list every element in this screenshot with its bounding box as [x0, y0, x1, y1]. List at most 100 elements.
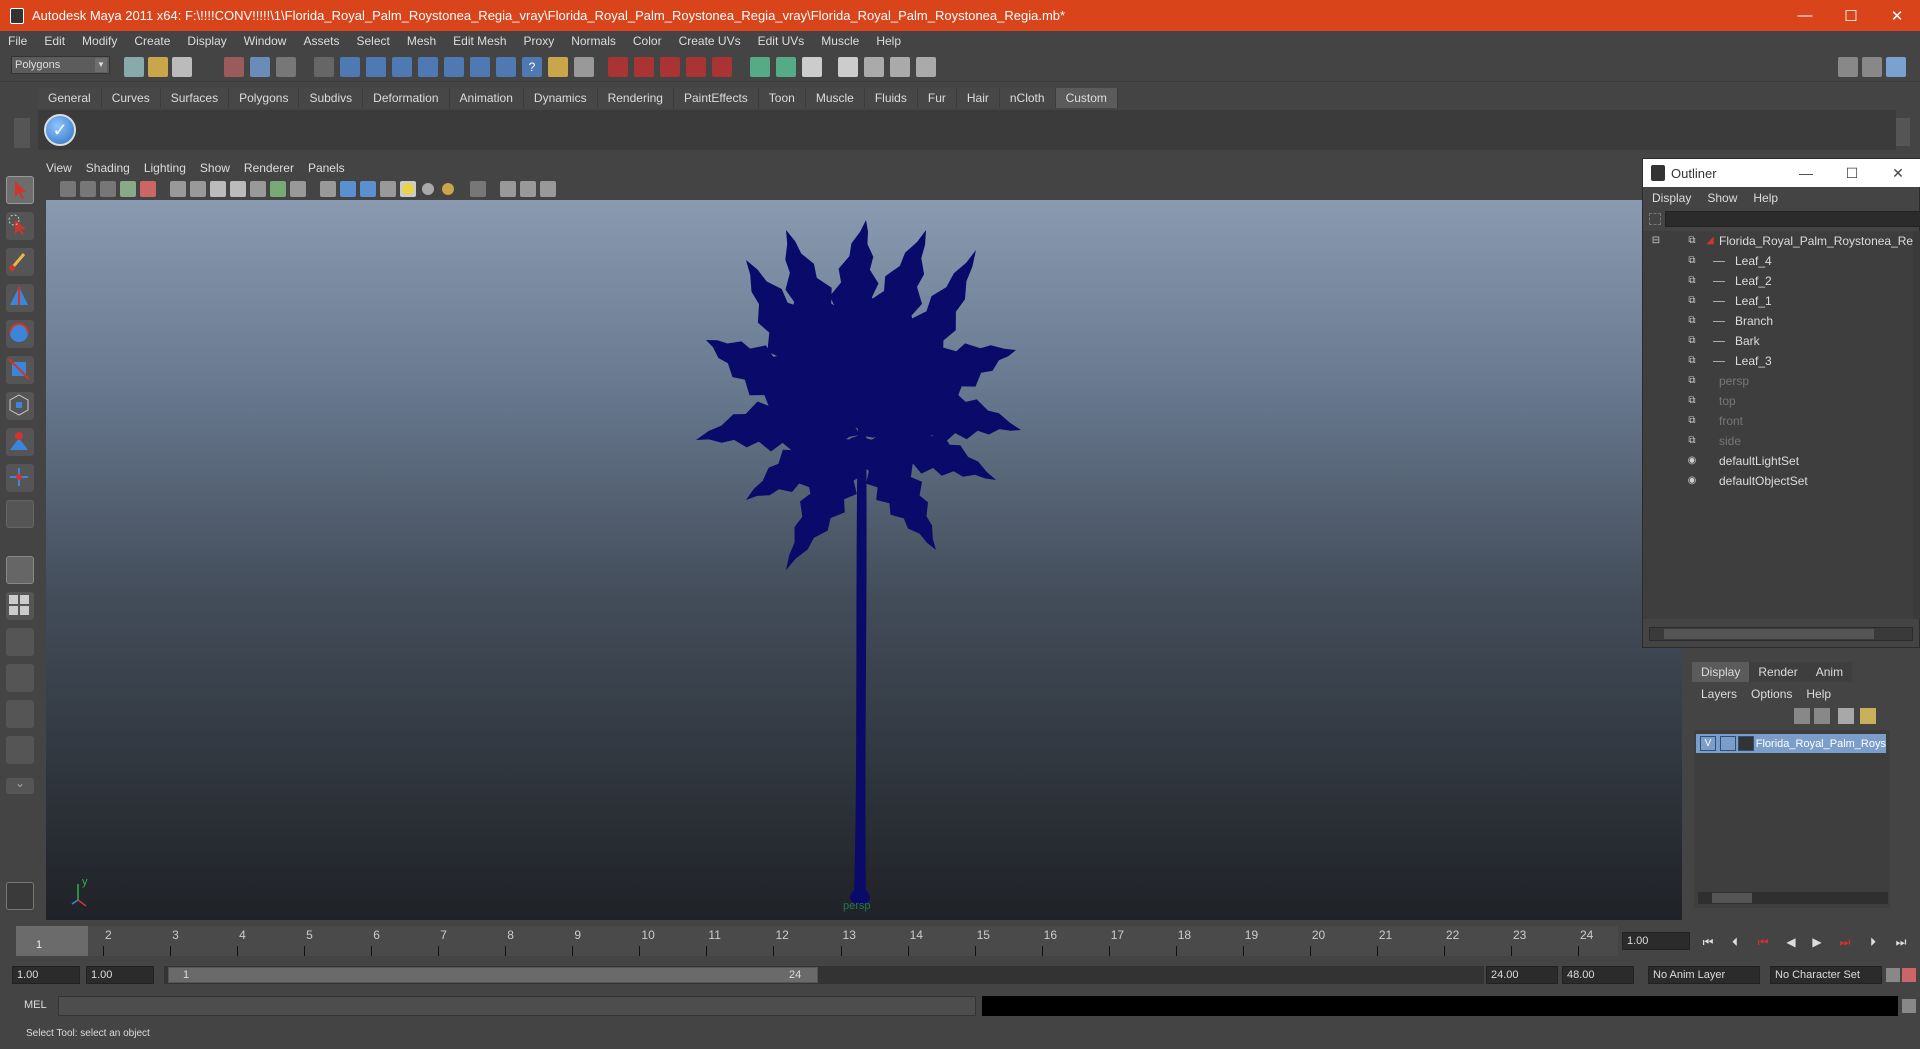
more-layouts-icon[interactable]: ⌄	[6, 777, 34, 794]
outliner-item[interactable]: ◉ defaultLightSet	[1643, 451, 1913, 471]
grid-toggle-icon[interactable]	[170, 181, 186, 197]
outliner-item[interactable]: ⧉ Leaf_3	[1643, 351, 1913, 371]
render-current-frame-icon[interactable]	[864, 57, 884, 77]
universal-manipulator-icon[interactable]	[6, 392, 34, 420]
resolution-gate-icon[interactable]	[210, 181, 226, 197]
menu-item-create[interactable]: Create	[134, 34, 170, 48]
gate-mask-icon[interactable]	[230, 181, 246, 197]
outliner-item[interactable]: ⧉ Leaf_2	[1643, 271, 1913, 291]
menu-item-assets[interactable]: Assets	[303, 34, 339, 48]
layer-menu-help[interactable]: Help	[1806, 687, 1831, 701]
lasso-tool-icon[interactable]	[6, 212, 34, 240]
palm-tree-model[interactable]	[46, 200, 1682, 920]
shelf-options-icon[interactable]	[14, 118, 30, 148]
outliner-item[interactable]: ⧉ Bark	[1643, 331, 1913, 351]
persp-graph-layout-icon[interactable]	[6, 664, 34, 692]
play-backwards-icon[interactable]: ◀	[1782, 934, 1800, 950]
filter-icon[interactable]	[1649, 213, 1661, 225]
viewport-menu-view[interactable]: View	[46, 161, 72, 175]
frame-selected-icon[interactable]	[520, 181, 536, 197]
select-misc-icon[interactable]: ?	[522, 57, 542, 77]
layer-tab-display[interactable]: Display	[1692, 662, 1750, 682]
select-by-object-icon[interactable]	[250, 57, 270, 77]
select-by-component-icon[interactable]	[276, 57, 296, 77]
key-icon[interactable]	[1886, 968, 1900, 982]
shelf-tab-hair[interactable]: Hair	[956, 88, 1000, 108]
layer-color-swatch[interactable]	[1737, 736, 1754, 751]
paint-select-tool-icon[interactable]	[6, 248, 34, 276]
select-handles-icon[interactable]	[340, 57, 360, 77]
script-editor-button-icon[interactable]	[1902, 999, 1916, 1013]
character-set-dropdown[interactable]: No Character Set	[1770, 966, 1882, 984]
safe-title-icon[interactable]	[290, 181, 306, 197]
input-ops-icon[interactable]	[750, 57, 770, 77]
select-joints-icon[interactable]	[366, 57, 386, 77]
select-surfaces-icon[interactable]	[418, 57, 438, 77]
outliner-item[interactable]: ⧉ ⊟ ◢ Florida_Royal_Palm_Roystonea_Regia	[1643, 231, 1920, 251]
menu-item-proxy[interactable]: Proxy	[524, 34, 555, 48]
viewport-menu-lighting[interactable]: Lighting	[144, 161, 186, 175]
render-view-icon[interactable]	[838, 57, 858, 77]
viewport-menu-show[interactable]: Show	[200, 161, 230, 175]
camera-select-icon[interactable]	[60, 181, 76, 197]
menu-item-window[interactable]: Window	[244, 34, 287, 48]
scale-tool-icon[interactable]	[6, 356, 34, 384]
shelf-tab-subdivs[interactable]: Subdivs	[299, 88, 364, 108]
snap-to-grids-icon[interactable]	[608, 57, 628, 77]
hypershade-persp-layout-icon[interactable]	[6, 700, 34, 728]
outliner-item[interactable]: ⧉ Leaf_4	[1643, 251, 1913, 271]
show-manipulator-tool-icon[interactable]	[6, 464, 34, 492]
persp-outliner-layout-icon[interactable]	[6, 628, 34, 656]
collapse-icon[interactable]: ⊟	[1649, 235, 1663, 247]
outliner-close-button[interactable]: ✕	[1875, 165, 1920, 182]
rotate-tool-icon[interactable]	[6, 320, 34, 348]
use-default-light-icon[interactable]	[402, 183, 414, 195]
highlight-selection-icon[interactable]	[574, 57, 594, 77]
layer-tab-render[interactable]: Render	[1749, 662, 1807, 682]
shelf-tab-deformation[interactable]: Deformation	[363, 88, 450, 108]
select-by-hierarchy-icon[interactable]	[224, 57, 244, 77]
outliner-menu-display[interactable]: Display	[1652, 191, 1691, 205]
new-scene-icon[interactable]	[124, 57, 144, 77]
outliner-scroll-thumb[interactable]	[1664, 629, 1874, 639]
mask-icon[interactable]	[314, 57, 334, 77]
layer-visibility-toggle[interactable]: V	[1700, 736, 1716, 751]
select-dynamics-icon[interactable]	[470, 57, 490, 77]
time-slider-track[interactable]: 123456789101112131415161718192021222324	[16, 926, 1618, 956]
menu-item-mesh[interactable]: Mesh	[407, 34, 436, 48]
animation-end-field[interactable]: 48.00	[1562, 966, 1634, 984]
current-frame-marker[interactable]	[16, 926, 88, 956]
go-to-end-icon[interactable]: ⏭	[1892, 934, 1910, 950]
menu-item-modify[interactable]: Modify	[82, 34, 117, 48]
outliner-item[interactable]: ⧉ Branch	[1643, 311, 1913, 331]
playback-start-field[interactable]: 1.00	[86, 966, 154, 984]
animation-preferences-icon[interactable]	[1902, 968, 1916, 982]
ipr-render-icon[interactable]	[890, 57, 910, 77]
layer-menu-options[interactable]: Options	[1751, 687, 1792, 701]
select-tool-icon[interactable]	[6, 176, 34, 204]
layer-row[interactable]: V Florida_Royal_Palm_Roys	[1696, 734, 1886, 753]
two-d-pan-zoom-icon[interactable]	[140, 181, 156, 197]
smooth-shade-icon[interactable]	[340, 181, 356, 197]
step-back-key-icon[interactable]: ⏮	[1754, 934, 1772, 950]
outliner-filter-input[interactable]	[1665, 211, 1920, 227]
move-layer-down-icon[interactable]	[1814, 708, 1830, 724]
isolate-select-icon[interactable]	[470, 181, 486, 197]
construction-history-icon[interactable]	[802, 57, 822, 77]
shelf-tab-polygons[interactable]: Polygons	[229, 88, 300, 108]
layer-type-toggle[interactable]	[1719, 736, 1736, 751]
film-gate-icon[interactable]	[190, 181, 206, 197]
shelf-tab-painteffects[interactable]: PaintEffects	[673, 88, 759, 108]
render-settings-icon[interactable]	[916, 57, 936, 77]
menu-item-edit-mesh[interactable]: Edit Mesh	[453, 34, 506, 48]
persp-trax-layout-icon[interactable]	[6, 736, 34, 764]
textured-icon[interactable]	[380, 181, 396, 197]
single-perspective-layout-icon[interactable]	[6, 556, 34, 584]
create-layer-from-selected-icon[interactable]	[1860, 708, 1876, 724]
viewport-menu-shading[interactable]: Shading	[86, 161, 130, 175]
perspective-viewport[interactable]: y persp	[46, 200, 1682, 920]
menu-set-dropdown[interactable]: Polygons ▼	[11, 56, 110, 74]
play-forwards-icon[interactable]: ▶	[1808, 934, 1826, 950]
shelf-tab-dynamics[interactable]: Dynamics	[523, 88, 598, 108]
lock-selection-icon[interactable]	[548, 57, 568, 77]
